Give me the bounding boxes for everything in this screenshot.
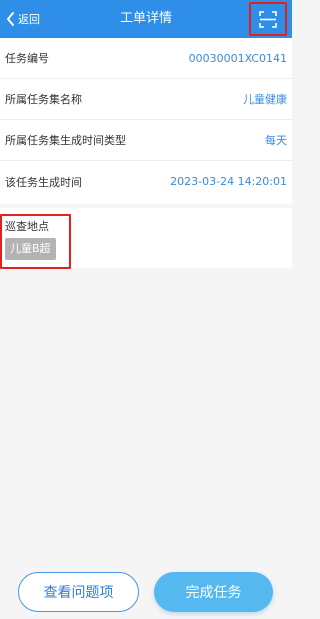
location-tag[interactable]: 儿童B超 [5,238,56,260]
header-bar: 返回 工单详情 [0,0,292,38]
info-value: 00030001XC0141 [188,51,287,65]
location-label: 巡查地点 [5,220,49,233]
info-value: 每天 [265,134,287,147]
chevron-left-icon [7,12,14,26]
back-label: 返回 [18,13,40,26]
scan-button[interactable] [249,2,287,36]
info-label: 任务编号 [5,52,49,65]
view-issues-button[interactable]: 查看问题项 [18,572,139,612]
info-row-generation-time: 该任务生成时间 2023-03-24 14:20:01 [0,161,292,202]
task-info-card: 任务编号 00030001XC0141 所属任务集名称 儿童健康 所属任务集生成… [0,38,292,204]
info-label: 所属任务集名称 [5,93,82,106]
scan-icon [259,10,277,28]
info-row-task-set-name: 所属任务集名称 儿童健康 [0,79,292,120]
inspection-location-section: 巡查地点 儿童B超 [0,208,292,269]
back-button[interactable]: 返回 [6,0,40,38]
complete-task-button[interactable]: 完成任务 [154,572,273,612]
info-value: 2023-03-24 14:20:01 [170,175,287,188]
info-row-generation-type: 所属任务集生成时间类型 每天 [0,120,292,161]
info-label: 所属任务集生成时间类型 [5,134,126,147]
info-label: 该任务生成时间 [5,175,82,189]
info-value: 儿童健康 [243,93,287,106]
info-row-task-id: 任务编号 00030001XC0141 [0,38,292,79]
